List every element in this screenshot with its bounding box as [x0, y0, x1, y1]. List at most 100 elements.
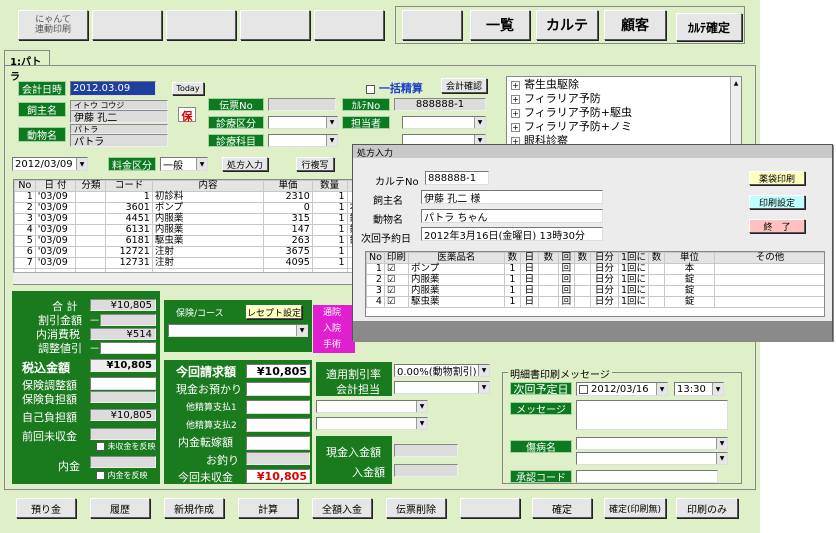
approval-code-input[interactable] [576, 470, 718, 483]
other-payment-2-input[interactable] [246, 418, 310, 432]
col-header: 日 付 [34, 180, 77, 192]
deposit-button[interactable]: 預り金 [16, 498, 76, 518]
table-row[interactable]: 4'03/096131内服薬1471錠 [14, 224, 356, 236]
chevron-down-icon: ▼ [716, 453, 727, 464]
rx-row[interactable]: 4 ☑ 駆虫薬 1 日 回 日分 1回に 錠 [366, 296, 824, 308]
other-payment-2-select[interactable]: ▼ [316, 417, 428, 430]
cash-deposit-input[interactable] [246, 382, 310, 396]
list-button[interactable]: 一覧 [470, 10, 530, 40]
close-button[interactable]: 終 了 [749, 219, 805, 233]
dialog-rx-table[interactable]: No 印刷 医薬品名 数 日 数 回 数 日分 1回に 数 単位 その他 1 ☑ ポ… [365, 251, 825, 317]
rx-row[interactable]: 2 ☑ 内服薬 1 日 回 日分 1回に 錠 [366, 274, 824, 286]
table-hscrollbar[interactable] [13, 272, 357, 284]
copy-row-button[interactable]: 行複写 [296, 157, 334, 171]
date-input[interactable]: 2012.03.09 [70, 81, 156, 96]
print-checkbox[interactable]: ☑ [383, 296, 409, 308]
bulk-checkbox[interactable]: 一括精算 [366, 80, 423, 96]
rx-cell: 1 [503, 274, 521, 286]
filter-date-select[interactable]: 2012/03/09 ▼ [12, 157, 88, 171]
rx-cell: 内服薬 [407, 285, 505, 297]
confirm-button[interactable]: 確定 [532, 498, 592, 518]
toolbar-empty-button-3[interactable] [240, 10, 310, 40]
full-payment-button[interactable]: 全額入金 [312, 498, 372, 518]
prev-unpaid-label: 前回未収金 [22, 430, 77, 443]
rx-cell [647, 263, 665, 275]
dialog-next-label: 次回予約日 [361, 234, 411, 245]
tree-scrollbar[interactable]: ▲ [730, 77, 741, 145]
other-payment-1-input[interactable] [246, 400, 310, 414]
multi-print-button[interactable]: にゃんて 連動印刷 [18, 10, 88, 40]
table-row[interactable]: 2'03/093601ポンプ01本 [14, 202, 356, 214]
confirm-account-button[interactable]: 会計確認 [441, 78, 487, 93]
next-time-select[interactable]: 13:30 ▼ [674, 382, 724, 396]
treatment-tree[interactable]: + 寄生虫駆除 + フィラリア予防 + フィラリア予防+駆虫 + フィラリア予防+ノミ … [506, 76, 742, 146]
subject-select[interactable]: ▼ [268, 134, 338, 147]
customer-button[interactable]: 顧客 [604, 10, 666, 40]
bag-print-button[interactable]: 薬袋印刷 [749, 171, 805, 185]
tree-item[interactable]: + フィラリア予防+ノミ [511, 120, 737, 134]
visit-inpatient[interactable]: 入院 [323, 321, 355, 337]
fee-select[interactable]: 一般 ▼ [160, 157, 208, 171]
transfer-input[interactable] [246, 436, 310, 450]
prev-unpaid-checkbox[interactable]: 未収金を反映 [96, 441, 156, 452]
print-settings-button[interactable]: 印刷設定 [749, 195, 805, 209]
rx-cell: 日分 [589, 263, 619, 275]
toolbar-empty-button-2[interactable] [166, 10, 236, 40]
table-row[interactable]: 7'03/09 12731 注射 4095 1 [14, 257, 356, 269]
table-row[interactable]: 5'03/096181駆虫薬2631錠 [14, 235, 356, 247]
today-button[interactable]: Today [172, 82, 204, 95]
dept-select[interactable]: ▼ [268, 116, 338, 129]
history-button[interactable]: 履歴 [90, 498, 150, 518]
account-staff-select[interactable]: ▼ [394, 381, 490, 394]
ins-adjust-input[interactable] [90, 377, 156, 390]
karte-confirm-button[interactable]: ｶﾙﾃ確定 [676, 13, 742, 41]
tree-item[interactable]: + 寄生虫駆除 [511, 78, 737, 92]
rx-row[interactable]: 1 ☑ ポンプ 1 日回日分 1回に本 [366, 263, 824, 275]
dialog-karte-value: 888888-1 [425, 171, 489, 185]
dialog-footer [353, 321, 832, 341]
rate-select[interactable]: 0.00%(動物割引) ▼ [394, 364, 490, 377]
print-checkbox[interactable]: ☑ [383, 285, 409, 297]
inner-checkbox[interactable]: 内金を反映 [96, 470, 148, 481]
other-payment-1-select[interactable]: ▼ [316, 400, 428, 413]
rx-cell: 日 [519, 296, 539, 308]
tab-patra[interactable]: 1:パトラ [4, 50, 50, 83]
tree-item[interactable]: + フィラリア予防+駆虫 [511, 106, 737, 120]
receipt-settings-button[interactable]: レセプト設定 [246, 305, 302, 319]
disease-select-1[interactable]: ▼ [576, 437, 728, 450]
expand-icon: + [511, 122, 520, 132]
next-date-input[interactable]: 2012/03/16 ▼ [576, 382, 668, 396]
toolbar-empty-button-4[interactable] [314, 10, 384, 40]
calculate-button[interactable]: 計算 [238, 498, 298, 518]
toolbar-empty-button-1[interactable] [92, 10, 162, 40]
karte-button[interactable]: カルテ [536, 10, 598, 40]
confirm-no-print-button[interactable]: 確定(印刷無) [604, 498, 666, 518]
print-checkbox[interactable]: ☑ [383, 274, 409, 286]
table-row[interactable]: 6'03/09 12721 注射 3675 1 [14, 246, 356, 258]
new-button[interactable]: 新規作成 [164, 498, 224, 518]
table-cell: '03/09 [34, 202, 77, 214]
print-only-button[interactable]: 印刷のみ [676, 498, 738, 518]
disease-select-2[interactable]: ▼ [576, 452, 728, 465]
insurance-select[interactable]: ▼ [168, 324, 308, 337]
tree-item[interactable]: + フィラリア予防 [511, 92, 737, 106]
visit-surgery[interactable]: 手術 [323, 337, 355, 353]
rx-row[interactable]: 3 ☑ 内服薬 1 日 回 日分 1回に 錠 [366, 285, 824, 297]
table-row[interactable]: 3'03/094451内服薬3151錠 [14, 213, 356, 225]
visit-outpatient[interactable]: 通院 [323, 305, 355, 321]
staff-select[interactable]: ▼ [402, 116, 486, 129]
toolbar-empty-button-5[interactable] [402, 10, 462, 40]
table-row[interactable]: 1'03/09 1 初診料 2310 1 [14, 191, 356, 203]
delete-slip-button[interactable]: 伝票削除 [386, 498, 446, 518]
message-textarea[interactable] [576, 400, 728, 430]
rx-cell: 本 [663, 263, 715, 275]
rx-cell: 駆虫薬 [407, 296, 505, 308]
empty-bottom-button[interactable] [460, 498, 520, 518]
item-table[interactable]: No 日 付 分類 コード 内容 単価 数量 単位 1'03/091初診料231… [13, 179, 357, 285]
dialog-pet-value: パトラ ちゃん [421, 209, 603, 223]
rx-input-button[interactable]: 処方入力 [222, 157, 268, 171]
amount-label: 入金額 [352, 466, 385, 479]
table-cell: 1 [311, 224, 348, 236]
adjust-input[interactable] [100, 342, 156, 354]
print-checkbox[interactable]: ☑ [383, 263, 409, 275]
